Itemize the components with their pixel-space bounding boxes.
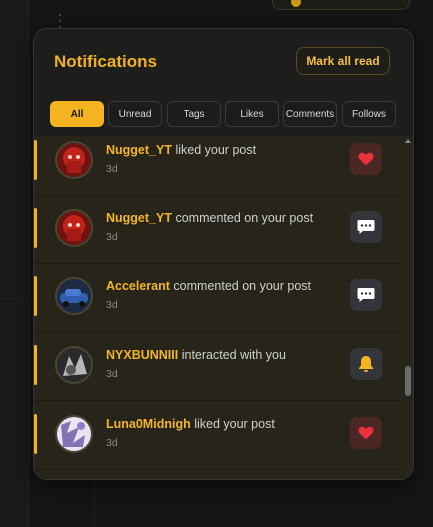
tab-unread[interactable]: Unread [108,101,162,127]
username-link[interactable]: Nugget_YT [106,211,172,225]
notification-action: interacted with you [181,348,286,362]
notification-time: 3d [106,299,118,311]
notification-scrollbar[interactable] [403,136,413,479]
avatar[interactable] [55,277,93,315]
username-link[interactable]: NYXBUNNIII [106,348,178,362]
panel-header: Notifications Mark all read [34,29,413,99]
notification-item[interactable]: Accelerant commented on your post 3d [34,264,402,332]
notification-action: liked your post [175,143,257,157]
username-link[interactable]: Accelerant [106,279,170,293]
status-dot-icon [291,0,301,7]
notification-action: liked your post [194,417,275,431]
scrollbar-thumb[interactable] [405,366,411,396]
username-link[interactable]: Luna0Midnigh [106,417,191,431]
notification-text: NYXBUNNIII interacted with you [106,348,286,362]
notification-time: 3d [106,437,118,449]
unread-indicator [34,276,37,316]
avatar[interactable] [55,209,93,247]
comment-badge [350,211,382,243]
notification-time: 3d [106,368,118,380]
notification-time: 3d [106,163,118,175]
avatar[interactable] [55,415,93,453]
notifications-panel: Notifications Mark all read All Unread T… [33,28,414,480]
avatar[interactable] [55,346,93,384]
unread-indicator [34,345,37,385]
unread-indicator [34,140,37,180]
more-options-icon[interactable] [58,14,62,28]
notification-item[interactable]: Nugget_YT liked your post 3d [34,136,402,196]
unread-indicator [34,414,37,454]
heart-icon [358,426,374,440]
divider [94,478,95,527]
notification-item[interactable]: Nugget_YT commented on your post 3d [34,196,402,264]
notification-text: Luna0Midnigh liked your post [106,417,275,431]
like-badge [350,417,382,449]
top-bar-button[interactable] [272,0,410,10]
notification-action: commented on your post [175,211,314,225]
comment-icon [357,288,375,302]
notification-item[interactable]: NYXBUNNIII interacted with you 3d [34,333,402,401]
comment-icon [357,220,375,234]
scroll-up-arrow-icon[interactable] [405,139,411,143]
notification-item[interactable]: Luna0Midnigh liked your post 3d [34,402,402,470]
avatar[interactable] [55,141,93,179]
notification-time: 3d [106,231,118,243]
notification-list: Nugget_YT liked your post 3d Nugget_YT c… [34,136,413,479]
unread-indicator [34,208,37,248]
filter-tabs: All Unread Tags Likes Comments Follows [50,101,400,127]
comment-badge [350,279,382,311]
divider [0,298,33,299]
notification-action: commented on your post [173,279,311,293]
tab-comments[interactable]: Comments [283,101,337,127]
like-badge [350,143,382,175]
notification-text: Accelerant commented on your post [106,279,311,293]
mark-all-read-button[interactable]: Mark all read [296,47,390,75]
username-link[interactable]: Nugget_YT [106,143,172,157]
tab-all[interactable]: All [50,101,104,127]
bell-badge [350,348,382,380]
tab-tags[interactable]: Tags [167,101,221,127]
tab-follows[interactable]: Follows [342,101,396,127]
bell-icon [359,356,373,372]
left-sidebar-strip [0,0,29,527]
heart-icon [358,152,374,166]
notification-text: Nugget_YT commented on your post [106,211,313,225]
notification-text: Nugget_YT liked your post [106,143,256,157]
panel-title: Notifications [54,52,157,71]
tab-likes[interactable]: Likes [225,101,279,127]
